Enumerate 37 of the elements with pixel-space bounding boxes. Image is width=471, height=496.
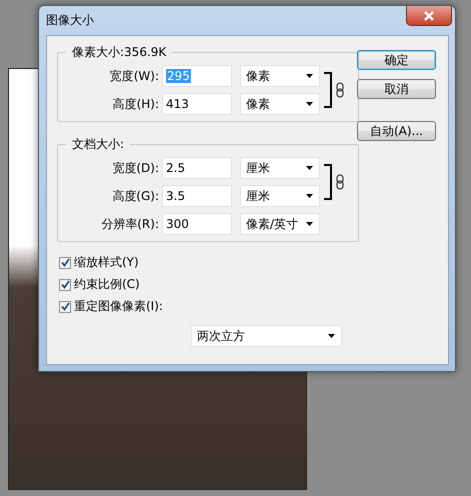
checkbox[interactable] bbox=[59, 278, 71, 290]
dialog-button[interactable]: 确定 bbox=[357, 50, 436, 70]
field-label: 高度(G): bbox=[111, 188, 160, 204]
window-title: 图像大小 bbox=[46, 12, 94, 29]
caret-icon bbox=[306, 222, 313, 226]
checkbox[interactable] bbox=[59, 256, 71, 268]
unit-dropdown[interactable]: 厘米 bbox=[240, 157, 320, 179]
input-field[interactable]: 2.5 bbox=[162, 157, 232, 179]
caret-icon bbox=[306, 74, 313, 78]
checkbox-label: 重定图像像素(I): bbox=[74, 298, 163, 315]
unit-dropdown[interactable]: 像素 bbox=[240, 93, 320, 115]
close-icon bbox=[423, 10, 435, 20]
input-field[interactable]: 300 bbox=[162, 213, 232, 235]
checkbox[interactable] bbox=[59, 300, 71, 312]
input-field[interactable]: 3.5 bbox=[162, 185, 232, 207]
group-title: 文档大小: bbox=[71, 136, 126, 153]
checkbox-label: 缩放样式(Y) bbox=[74, 254, 139, 271]
checkbox-label: 约束比例(C) bbox=[74, 276, 140, 293]
dialog-button[interactable]: 自动(A)... bbox=[357, 121, 436, 141]
caret-icon bbox=[328, 334, 335, 338]
unit-dropdown[interactable]: 像素 bbox=[240, 65, 320, 87]
field-label: 宽度(W): bbox=[108, 68, 160, 84]
field-label: 分辨率(R): bbox=[100, 216, 160, 232]
input-field[interactable]: 413 bbox=[162, 93, 232, 115]
close-button[interactable] bbox=[406, 6, 452, 26]
unit-dropdown[interactable]: 厘米 bbox=[240, 185, 320, 207]
unit-dropdown[interactable]: 像素/英寸 bbox=[240, 213, 320, 235]
resample-dropdown[interactable]: 两次立方 bbox=[191, 325, 342, 347]
dialog-button[interactable]: 取消 bbox=[357, 79, 436, 99]
caret-icon bbox=[306, 166, 313, 170]
group-title: 像素大小:356.9K bbox=[71, 44, 168, 61]
caret-icon bbox=[306, 194, 313, 198]
field-label: 宽度(D): bbox=[111, 160, 160, 176]
chain-link-icon bbox=[336, 82, 344, 98]
chain-link-icon bbox=[336, 174, 344, 190]
field-label: 高度(H): bbox=[112, 96, 160, 112]
caret-icon bbox=[306, 102, 313, 106]
